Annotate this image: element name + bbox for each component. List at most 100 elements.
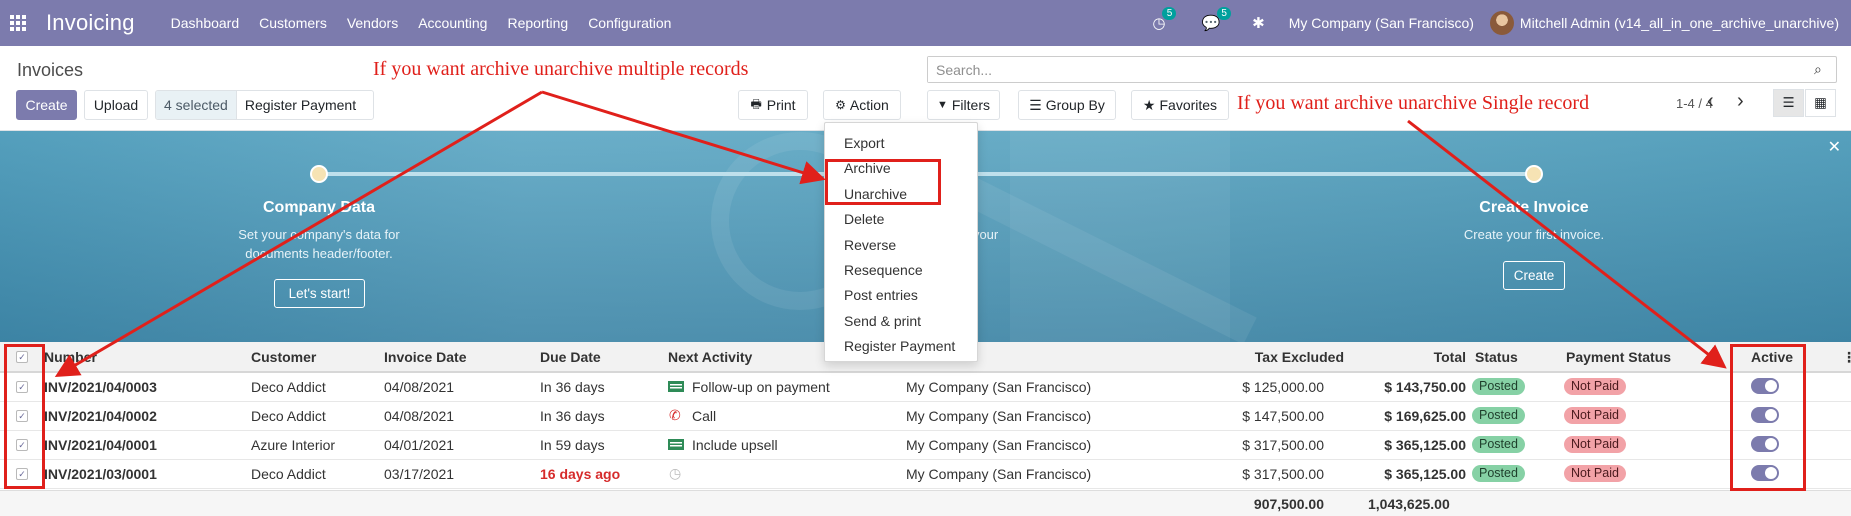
payment-status-badge: Not Paid xyxy=(1564,465,1626,482)
table-row[interactable]: ✓ INV/2021/04/0002 Deco Addict 04/08/202… xyxy=(0,402,1851,431)
step-title-create-invoice: Create Invoice xyxy=(1479,199,1589,216)
row-activity: Follow-up on payment xyxy=(692,379,830,395)
row-number: INV/2021/04/0003 xyxy=(44,379,157,395)
money-activity-icon[interactable] xyxy=(668,379,684,393)
print-label: Print xyxy=(766,97,796,113)
list-view-icon[interactable]: ☰ xyxy=(1773,89,1804,117)
print-button[interactable]: 🖶 Print xyxy=(738,90,808,120)
row-tax-excluded: $ 317,500.00 xyxy=(1242,466,1324,482)
column-options-icon[interactable]: ⋮ xyxy=(1842,349,1851,366)
table-totals-row: 907,500.00 1,043,625.00 xyxy=(0,490,1851,516)
create-button[interactable]: Create xyxy=(16,90,77,120)
selected-count[interactable]: 4 selected xyxy=(156,91,237,119)
close-icon[interactable]: ✕ xyxy=(1828,137,1841,157)
step-desc-line-2: documents header/footer. xyxy=(245,246,393,261)
row-invoice-date: 04/08/2021 xyxy=(384,408,455,424)
pager-next-icon[interactable]: › xyxy=(1737,90,1744,113)
row-number: INV/2021/04/0002 xyxy=(44,408,157,424)
column-due-date[interactable]: Due Date xyxy=(540,349,601,365)
menu-dashboard[interactable]: Dashboard xyxy=(171,15,240,31)
status-badge: Posted xyxy=(1472,378,1525,395)
favorites-button[interactable]: ★ Favorites xyxy=(1131,90,1229,120)
menu-item-register-payment[interactable]: Register Payment xyxy=(825,334,977,359)
phone-activity-icon[interactable]: ✆ xyxy=(669,408,685,422)
apps-menu-icon[interactable] xyxy=(10,15,26,31)
search-input[interactable] xyxy=(928,57,1814,82)
menu-item-delete[interactable]: Delete xyxy=(825,207,977,232)
column-status[interactable]: Status xyxy=(1475,349,1518,365)
activity-clock-icon[interactable]: ◷ 5 xyxy=(1152,7,1177,32)
row-customer: Deco Addict xyxy=(251,466,326,482)
favorites-label: Favorites xyxy=(1159,97,1218,113)
pager-previous-icon[interactable]: ‹ xyxy=(1707,90,1714,113)
menu-item-export[interactable]: Export xyxy=(825,131,977,156)
column-payment-status[interactable]: Payment Status xyxy=(1566,349,1671,365)
row-invoice-date: 04/01/2021 xyxy=(384,437,455,453)
navbar-systray: ◷ 5 💬 5 ✱ My Company (San Francisco) Mitch… xyxy=(1142,0,1851,46)
money-activity-icon[interactable] xyxy=(668,437,684,451)
row-number: INV/2021/03/0001 xyxy=(44,466,157,482)
menu-vendors[interactable]: Vendors xyxy=(347,15,398,31)
selection-group: 4 selected Register Payment xyxy=(155,90,374,120)
company-switcher[interactable]: My Company (San Francisco) xyxy=(1289,15,1474,31)
row-number: INV/2021/04/0001 xyxy=(44,437,157,453)
lets-start-button[interactable]: Let's start! xyxy=(274,279,365,308)
filter-funnel-icon: ▼ xyxy=(936,99,948,111)
filters-button[interactable]: ▼ Filters xyxy=(927,90,1000,120)
highlight-active-toggles xyxy=(1730,344,1806,491)
invoicing-screen: Invoicing Dashboard Customers Vendors Ac… xyxy=(0,0,1851,516)
menu-item-send-print[interactable]: Send & print xyxy=(825,309,977,334)
column-tax-excluded[interactable]: Tax Excluded xyxy=(1180,349,1344,365)
column-customer[interactable]: Customer xyxy=(251,349,316,365)
action-dropdown-menu: Export Archive Unarchive Delete Reverse … xyxy=(824,122,978,362)
column-total[interactable]: Total xyxy=(1380,349,1466,365)
total-tax-excluded: 907,500.00 xyxy=(1253,496,1324,512)
upload-button[interactable]: Upload xyxy=(84,90,148,120)
menu-reporting[interactable]: Reporting xyxy=(507,15,568,31)
row-activity: Include upsell xyxy=(692,437,778,453)
column-next-activity[interactable]: Next Activity xyxy=(668,349,752,365)
table-row[interactable]: ✓ INV/2021/04/0003 Deco Addict 04/08/202… xyxy=(0,373,1851,402)
debug-bug-icon[interactable]: ✱ xyxy=(1252,14,1265,32)
row-customer: Azure Interior xyxy=(251,437,336,453)
filters-label: Filters xyxy=(951,97,990,113)
status-badge: Posted xyxy=(1472,465,1525,482)
menu-accounting[interactable]: Accounting xyxy=(418,15,487,31)
group-by-button[interactable]: ☰ Group By xyxy=(1018,90,1116,120)
top-navbar: Invoicing Dashboard Customers Vendors Ac… xyxy=(0,0,1851,46)
status-badge: Posted xyxy=(1472,436,1525,453)
row-tax-excluded: $ 317,500.00 xyxy=(1242,437,1324,453)
user-menu[interactable]: Mitchell Admin (v14_all_in_one_archive_u… xyxy=(1520,15,1839,31)
row-customer: Deco Addict xyxy=(251,379,326,395)
table-row[interactable]: ✓ INV/2021/03/0001 Deco Addict 03/17/202… xyxy=(0,460,1851,489)
menu-item-post-entries[interactable]: Post entries xyxy=(825,283,977,308)
action-button[interactable]: ⚙ Action xyxy=(823,90,901,120)
search-bar: ⌕ xyxy=(927,56,1837,83)
star-icon: ★ xyxy=(1142,96,1156,113)
row-customer: Deco Addict xyxy=(251,408,326,424)
control-panel: Invoices Create Upload 4 selected Regist… xyxy=(0,46,1851,131)
row-total: $ 169,625.00 xyxy=(1384,408,1466,424)
row-company: My Company (San Francisco) xyxy=(906,437,1092,453)
menu-item-reverse[interactable]: Reverse xyxy=(825,233,977,258)
row-total: $ 143,750.00 xyxy=(1384,379,1466,395)
status-badge: Posted xyxy=(1472,407,1525,424)
create-invoice-button[interactable]: Create xyxy=(1503,261,1565,290)
payment-status-badge: Not Paid xyxy=(1564,407,1626,424)
messages-icon[interactable]: 💬 5 xyxy=(1201,7,1232,32)
column-invoice-date[interactable]: Invoice Date xyxy=(384,349,466,365)
register-payment-button[interactable]: Register Payment xyxy=(237,97,364,113)
search-icon[interactable]: ⌕ xyxy=(1814,61,1836,78)
clock-activity-icon[interactable]: ◷ xyxy=(669,466,685,480)
kanban-view-icon[interactable]: ▦ xyxy=(1805,89,1836,117)
menu-configuration[interactable]: Configuration xyxy=(588,15,671,31)
annotation-single-record: If you want archive unarchive Single rec… xyxy=(1237,92,1590,114)
row-total: $ 365,125.00 xyxy=(1384,466,1466,482)
column-number[interactable]: Number xyxy=(44,349,97,365)
menu-item-resequence[interactable]: Resequence xyxy=(825,258,977,283)
page-title: Invoices xyxy=(17,60,84,80)
avatar[interactable] xyxy=(1489,11,1514,35)
table-row[interactable]: ✓ INV/2021/04/0001 Azure Interior 04/01/… xyxy=(0,431,1851,460)
menu-customers[interactable]: Customers xyxy=(259,15,327,31)
app-name[interactable]: Invoicing xyxy=(46,10,135,36)
